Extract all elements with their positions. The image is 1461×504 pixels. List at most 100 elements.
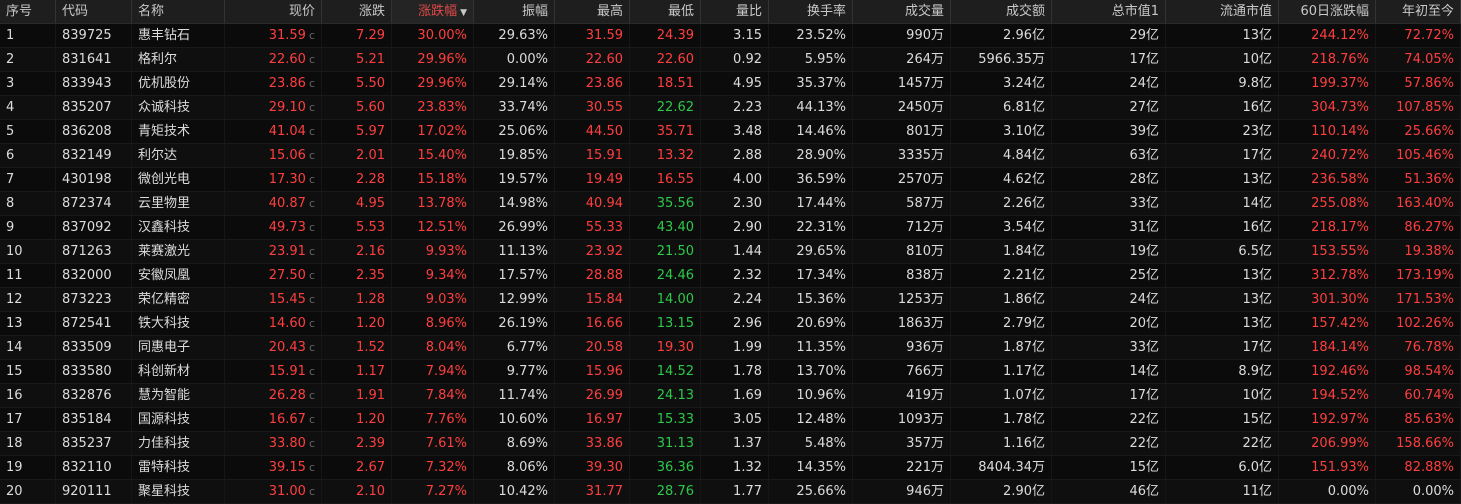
cell-value: 7.84% [425, 388, 467, 403]
cell-vr: 2.32 [701, 264, 769, 287]
table-row[interactable]: 20 920111 聚星科技 31.00 c 2.10 7.27% 10.42% 31.77 28… [0, 480, 1461, 504]
cell-chg: 1.28 [322, 288, 392, 311]
cell-value: 15亿 [1242, 412, 1272, 427]
column-header-vr[interactable]: 量比 [701, 0, 769, 23]
cell-value: 15.91 [268, 364, 306, 379]
cell-value: 25.66% [1404, 124, 1454, 139]
column-header-turn[interactable]: 换手率 [769, 0, 853, 23]
cell-value: 218.17% [1311, 220, 1369, 235]
cell-value: 9.93% [425, 244, 467, 259]
table-row[interactable]: 6 832149 利尔达 15.06 c 2.01 15.40% 19.85% 15.91 13.… [0, 144, 1461, 168]
column-header-pct[interactable]: 涨跌幅 ▼ [392, 0, 474, 23]
cell-mcap: 25亿 [1052, 264, 1166, 287]
cell-amt: 3.24亿 [951, 72, 1052, 95]
column-header-label: 涨跌幅 [418, 4, 458, 19]
table-row[interactable]: 10 871263 莱赛激光 23.91 c 2.16 9.93% 11.13% 23.92 21… [0, 240, 1461, 264]
cell-turn: 15.36% [769, 288, 853, 311]
column-header-vol[interactable]: 成交量 [853, 0, 951, 23]
cell-price: 16.67 c [225, 408, 322, 431]
cell-value: 5.95% [804, 52, 846, 67]
cell-value: 8.9亿 [1238, 364, 1272, 379]
table-row[interactable]: 2 831641 格利尔 22.60 c 5.21 29.96% 0.00% 22.60 22.6… [0, 48, 1461, 72]
cell-price: 39.15 c [225, 456, 322, 479]
cell-value: 2.32 [733, 268, 762, 283]
cell-value: 5.60 [356, 100, 385, 115]
table-row[interactable]: 9 837092 汉鑫科技 49.73 c 5.53 12.51% 26.99% 55.33 43… [0, 216, 1461, 240]
cell-value: 13 [6, 316, 23, 331]
table-row[interactable]: 11 832000 安徽凤凰 27.50 c 2.35 9.34% 17.57% 28.88 24… [0, 264, 1461, 288]
sort-desc-icon[interactable]: ▼ [460, 8, 467, 18]
column-header-chg[interactable]: 涨跌 [322, 0, 392, 23]
cell-value: 7.94% [425, 364, 467, 379]
table-row[interactable]: 3 833943 优机股份 23.86 c 5.50 29.96% 29.14% 23.86 18… [0, 72, 1461, 96]
column-header-code[interactable]: 代码 [56, 0, 132, 23]
cell-value: 16.97 [585, 412, 623, 427]
cell-high: 15.91 [555, 144, 630, 167]
cell-high: 20.58 [555, 336, 630, 359]
cell-pct: 9.93% [392, 240, 474, 263]
cell-value: 15.18% [417, 172, 467, 187]
cell-value: 6.81亿 [1003, 100, 1045, 115]
cell-value: 22.60 [585, 52, 623, 67]
column-header-label: 年初至今 [1401, 4, 1454, 19]
cell-vr: 3.15 [701, 24, 769, 47]
cell-code: 832000 [56, 264, 132, 287]
cell-ytd: 60.74% [1376, 384, 1461, 407]
cell-value: 19.38% [1404, 244, 1454, 259]
cell-value: 1.91 [356, 388, 385, 403]
cell-value: 4.62亿 [1003, 172, 1045, 187]
table-row[interactable]: 13 872541 铁大科技 14.60 c 1.20 8.96% 26.19% 16.66 13… [0, 312, 1461, 336]
cell-amt: 2.79亿 [951, 312, 1052, 335]
cell-value: 7.32% [425, 460, 467, 475]
cell-price: 40.87 c [225, 192, 322, 215]
cell-code: 835237 [56, 432, 132, 455]
cell-value: 871263 [62, 244, 112, 259]
column-header-mcap[interactable]: 总市值1 [1052, 0, 1166, 23]
cell-pct: 9.03% [392, 288, 474, 311]
table-row[interactable]: 18 835237 力佳科技 33.80 c 2.39 7.61% 8.69% 33.86 31.… [0, 432, 1461, 456]
cell-idx: 17 [0, 408, 56, 431]
cell-c60: 206.99% [1279, 432, 1376, 455]
cell-ytd: 107.85% [1376, 96, 1461, 119]
table-row[interactable]: 5 836208 青矩技术 41.04 c 5.97 17.02% 25.06% 44.50 35… [0, 120, 1461, 144]
table-row[interactable]: 14 833509 同惠电子 20.43 c 1.52 8.04% 6.77% 20.58 19.… [0, 336, 1461, 360]
table-row[interactable]: 15 833580 科创新材 15.91 c 1.17 7.94% 9.77% 15.96 14.… [0, 360, 1461, 384]
column-header-amp[interactable]: 振幅 [474, 0, 555, 23]
table-row[interactable]: 1 839725 惠丰钻石 31.59 c 7.29 30.00% 29.63% 31.59 24… [0, 24, 1461, 48]
cell-value: 12 [6, 292, 23, 307]
column-header-ytd[interactable]: 年初至今 [1376, 0, 1461, 23]
cell-turn: 36.59% [769, 168, 853, 191]
cell-name: 微创光电 [132, 168, 225, 191]
table-row[interactable]: 7 430198 微创光电 17.30 c 2.28 15.18% 19.57% 19.49 16… [0, 168, 1461, 192]
column-header-price[interactable]: 现价 [225, 0, 322, 23]
column-header-name[interactable]: 名称 [132, 0, 225, 23]
cell-amp: 10.42% [474, 480, 555, 503]
cell-value: 15.45 [268, 292, 306, 307]
cell-chg: 5.53 [322, 216, 392, 239]
cell-pct: 8.04% [392, 336, 474, 359]
column-header-idx[interactable]: 序号 [0, 0, 56, 23]
column-header-fcap[interactable]: 流通市值 [1166, 0, 1279, 23]
table-row[interactable]: 16 832876 慧为智能 26.28 c 1.91 7.84% 11.74% 26.99 24… [0, 384, 1461, 408]
table-row[interactable]: 19 832110 雷特科技 39.15 c 2.67 7.32% 8.06% 39.30 36.… [0, 456, 1461, 480]
cell-amp: 29.14% [474, 72, 555, 95]
cell-value: 5.53 [356, 220, 385, 235]
cell-value: 20 [6, 484, 23, 499]
column-header-high[interactable]: 最高 [555, 0, 630, 23]
cell-value: 1.87亿 [1003, 340, 1045, 355]
cell-value: 835237 [62, 436, 112, 451]
cell-vol: 2570万 [853, 168, 951, 191]
column-header-amt[interactable]: 成交额 [951, 0, 1052, 23]
column-header-low[interactable]: 最低 [630, 0, 701, 23]
cell-high: 16.66 [555, 312, 630, 335]
table-row[interactable]: 8 872374 云里物里 40.87 c 4.95 13.78% 14.98% 40.94 35… [0, 192, 1461, 216]
table-row[interactable]: 4 835207 众诚科技 29.10 c 5.60 23.83% 33.74% 30.55 22… [0, 96, 1461, 120]
cell-high: 23.92 [555, 240, 630, 263]
cell-value: 14亿 [1242, 196, 1272, 211]
table-row[interactable]: 12 873223 荣亿精密 15.45 c 1.28 9.03% 12.99% 15.84 14… [0, 288, 1461, 312]
column-header-c60[interactable]: 60日涨跌幅 [1279, 0, 1376, 23]
table-row[interactable]: 17 835184 国源科技 16.67 c 1.20 7.76% 10.60% 16.97 15… [0, 408, 1461, 432]
cell-value: 6.77% [506, 340, 548, 355]
cell-code: 835207 [56, 96, 132, 119]
cell-amp: 29.63% [474, 24, 555, 47]
